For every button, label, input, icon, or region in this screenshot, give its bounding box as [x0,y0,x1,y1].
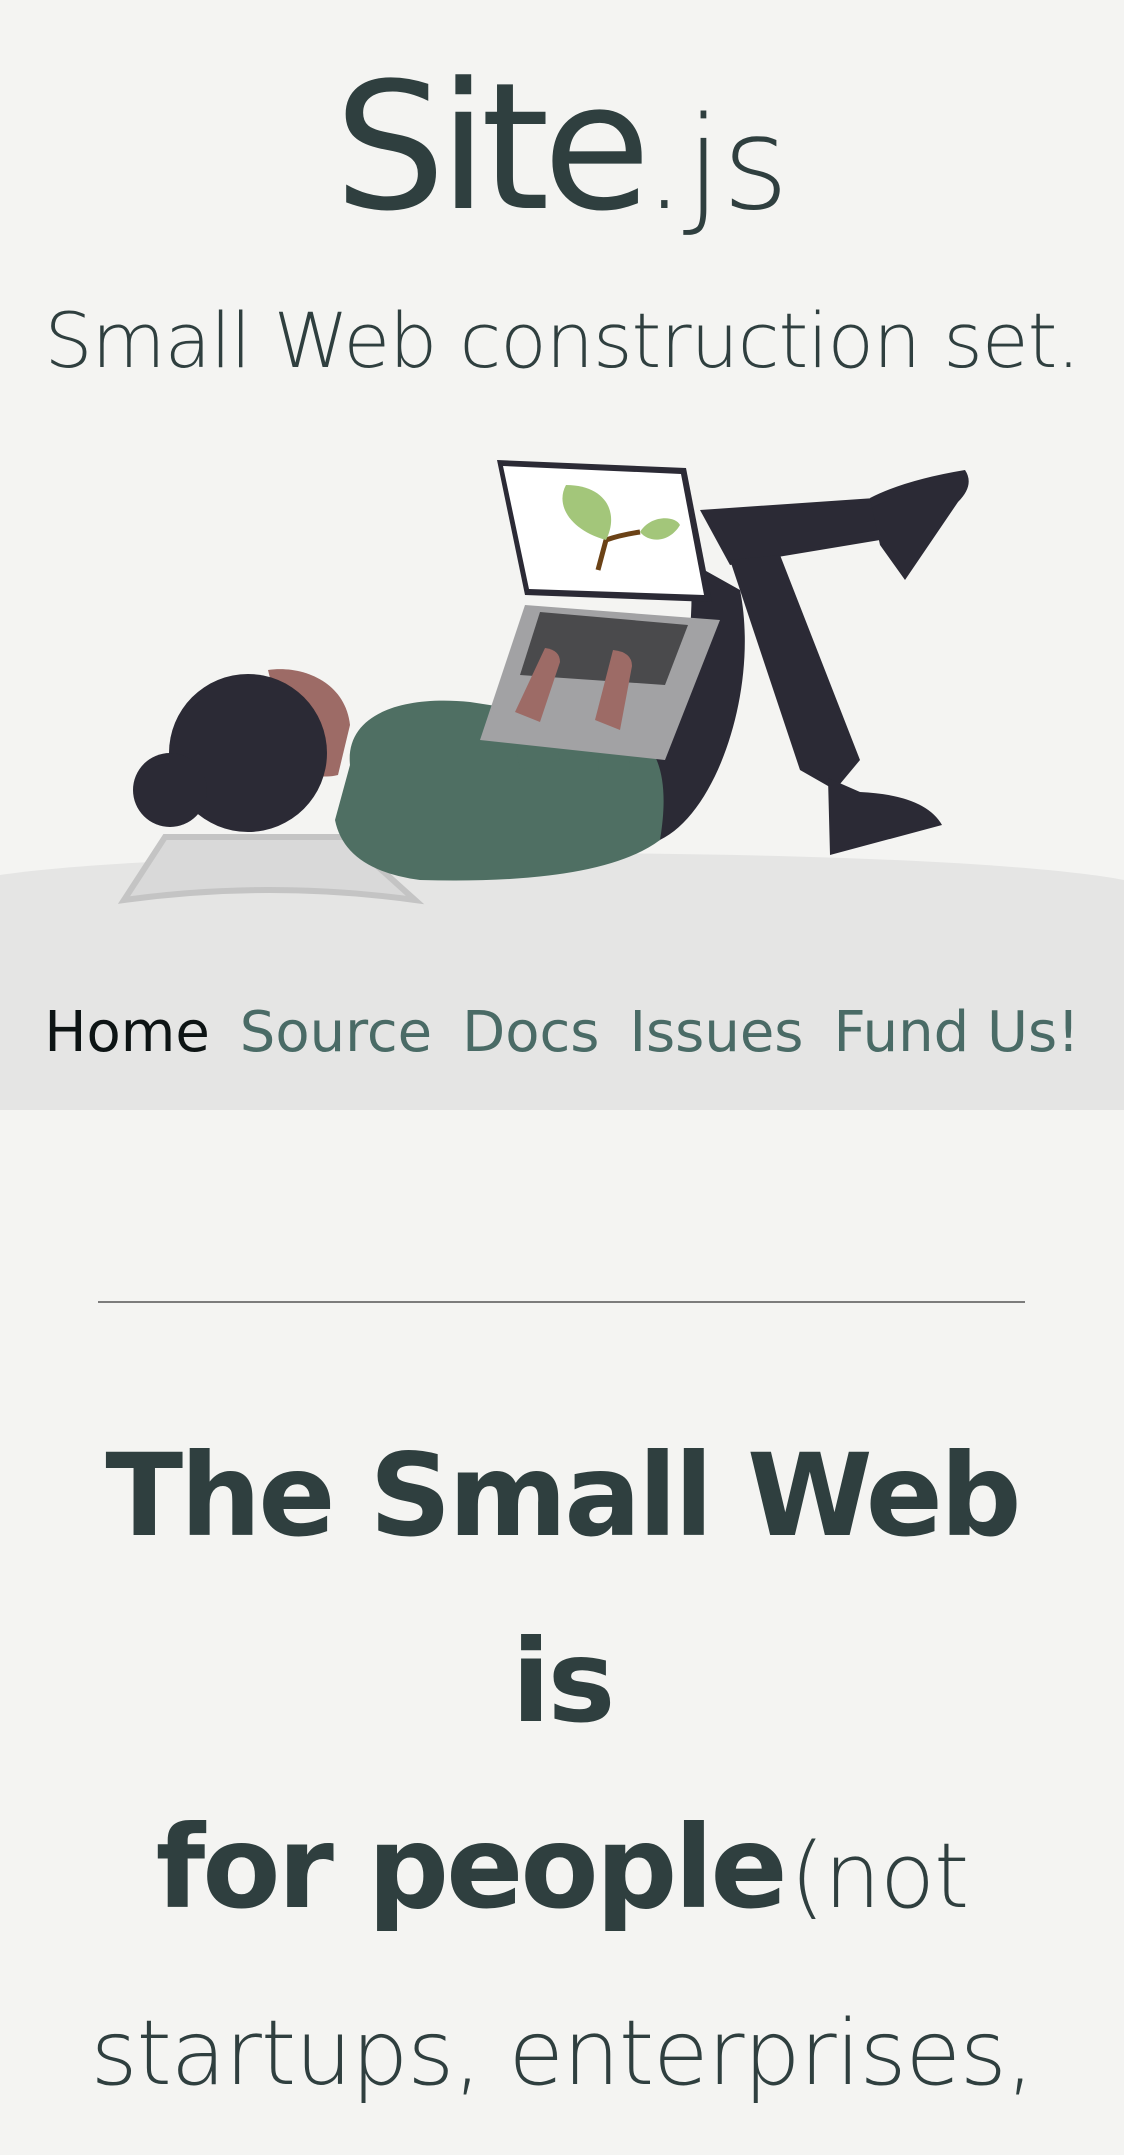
shoe-bottom-shape [828,778,942,855]
nav-link-fund-us[interactable]: Fund Us! [833,1000,1079,1065]
section-divider [98,1301,1025,1303]
lower-leg-shape [730,555,860,790]
intro-headline: The Small Web is for people (not startup… [40,1420,1084,2155]
site-logo-main: Site [334,45,651,250]
site-tagline: Small Web construction set. [44,296,1080,385]
nav-link-issues[interactable]: Issues [629,1000,803,1065]
headline-strong-line-1: The Small Web is [105,1429,1021,1748]
site-header: Site.js Small Web construction set. Home… [0,0,1124,1110]
nav-link-source[interactable]: Source [240,1000,432,1065]
person-lying-with-laptop-illustration [0,460,1124,920]
site-logo[interactable]: Site.js [0,60,1124,236]
main-nav: Home Source Docs Issues Fund Us! [0,1000,1124,1065]
site-logo-extension: .js [643,90,790,239]
nav-link-home[interactable]: Home [44,1000,209,1065]
nav-link-docs[interactable]: Docs [462,1000,599,1065]
hair-bun-shape [133,753,207,827]
raised-leg-shape [700,498,880,565]
headline-strong-line-2: for people [155,1801,788,1934]
shoe-top-shape [870,470,969,580]
